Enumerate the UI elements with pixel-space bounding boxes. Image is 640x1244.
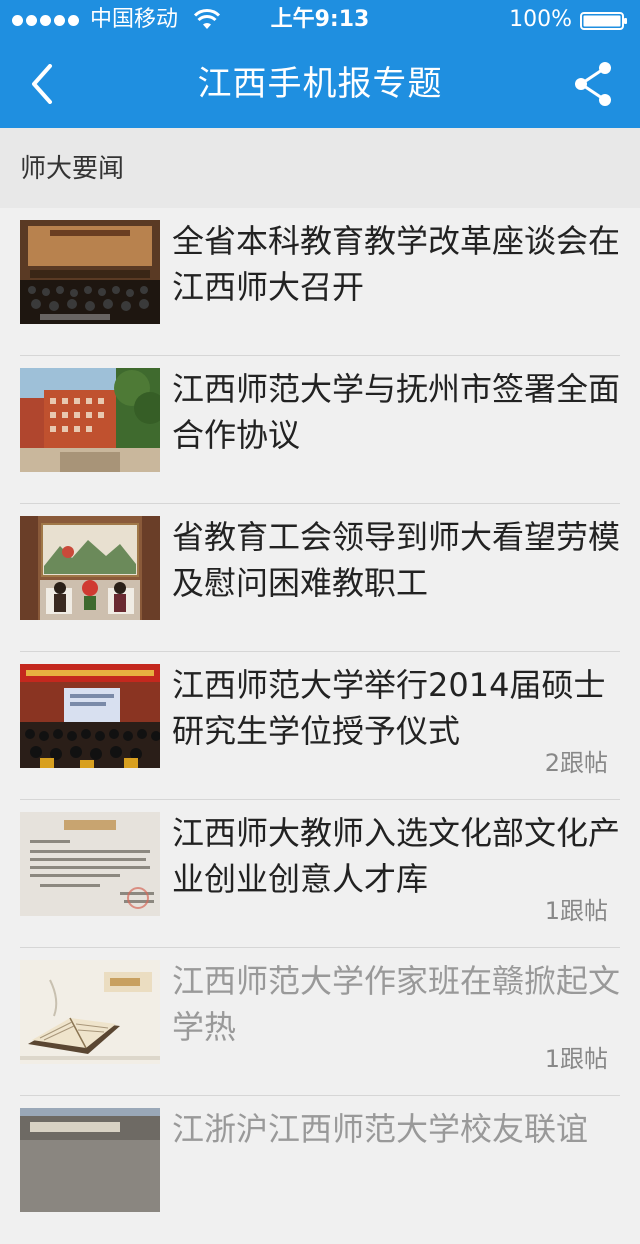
- news-title: 江西师范大学与抚州市签署全面合作协议: [172, 370, 621, 454]
- news-item[interactable]: 江西师大教师入选文化部文化产业创业创意人才库 1跟帖: [0, 800, 640, 948]
- news-item[interactable]: 江浙沪江西师范大学校友联谊: [0, 1096, 640, 1244]
- status-bar: 中国移动 上午9:13 100%: [0, 0, 640, 40]
- news-item[interactable]: 省教育工会领导到师大看望劳模及慰问困难教职工: [0, 504, 640, 652]
- section-title: 师大要闻: [20, 154, 125, 184]
- news-title: 省教育工会领导到师大看望劳模及慰问困难教职工: [172, 518, 621, 602]
- news-item[interactable]: 江西师范大学举行2014届硕士研究生学位授予仪式 2跟帖: [0, 652, 640, 800]
- share-button[interactable]: [568, 58, 618, 110]
- section-header: 师大要闻: [0, 128, 640, 208]
- page-title: 江西手机报专题: [197, 64, 443, 104]
- news-item[interactable]: 全省本科教育教学改革座谈会在江西师大召开: [0, 208, 640, 356]
- comment-count: 1跟帖: [544, 1045, 608, 1073]
- news-thumbnail: [20, 368, 160, 472]
- comment-count: 2跟帖: [544, 749, 608, 777]
- news-thumbnail: [20, 960, 160, 1064]
- share-icon: [575, 62, 611, 106]
- comment-count: 1跟帖: [544, 897, 608, 925]
- news-thumbnail: [20, 220, 160, 324]
- news-title: 江西师大教师入选文化部文化产业创业创意人才库: [172, 814, 621, 898]
- news-thumbnail: [20, 812, 160, 916]
- news-title: 江浙沪江西师范大学校友联谊: [172, 1110, 589, 1148]
- news-title: 全省本科教育教学改革座谈会在江西师大召开: [172, 222, 621, 306]
- battery-percentage: 100%: [509, 7, 572, 32]
- news-item[interactable]: 江西师范大学作家班在赣掀起文学热 1跟帖: [0, 948, 640, 1096]
- news-title: 江西师范大学举行2014届硕士研究生学位授予仪式: [172, 666, 606, 750]
- news-thumbnail: [20, 516, 160, 620]
- battery-icon: [580, 12, 627, 30]
- news-item[interactable]: 江西师范大学与抚州市签署全面合作协议: [0, 356, 640, 504]
- news-title: 江西师范大学作家班在赣掀起文学热: [172, 962, 621, 1046]
- news-thumbnail: [20, 664, 160, 768]
- news-thumbnail: [20, 1108, 160, 1212]
- header: 中国移动 上午9:13 100% 江西手机报专题: [0, 0, 640, 128]
- nav-bar: 江西手机报专题: [0, 40, 640, 128]
